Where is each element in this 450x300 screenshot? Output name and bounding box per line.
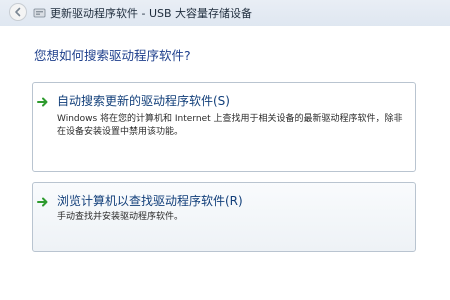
- auto-search-description: Windows 将在您的计算机和 Internet 上查找用于相关设备的最新驱动…: [57, 114, 403, 137]
- auto-search-label: 自动搜索更新的驱动程序软件(S): [57, 94, 230, 108]
- back-arrow-icon: [15, 7, 21, 17]
- green-arrow-icon: [37, 97, 48, 107]
- search-question-heading: 您想如何搜索驱动程序软件?: [34, 48, 191, 63]
- browse-computer-option[interactable]: 浏览计算机以查找驱动程序软件(R) 手动查找并安装驱动程序软件。: [32, 182, 416, 252]
- back-button[interactable]: [9, 3, 27, 21]
- title-bar: 更新驱动程序软件 - USB 大容量存储设备: [0, 0, 450, 26]
- update-driver-dialog: 更新驱动程序软件 - USB 大容量存储设备 您想如何搜索驱动程序软件? 自动搜…: [0, 0, 450, 300]
- browse-computer-label: 浏览计算机以查找驱动程序软件(R): [57, 194, 243, 208]
- window-title: 更新驱动程序软件 - USB 大容量存储设备: [50, 7, 253, 20]
- usb-device-icon: [33, 8, 46, 18]
- green-arrow-icon: [37, 197, 48, 207]
- browse-computer-description: 手动查找并安装驱动程序软件。: [57, 212, 184, 222]
- auto-search-option[interactable]: 自动搜索更新的驱动程序软件(S) Windows 将在您的计算机和 Intern…: [32, 82, 416, 172]
